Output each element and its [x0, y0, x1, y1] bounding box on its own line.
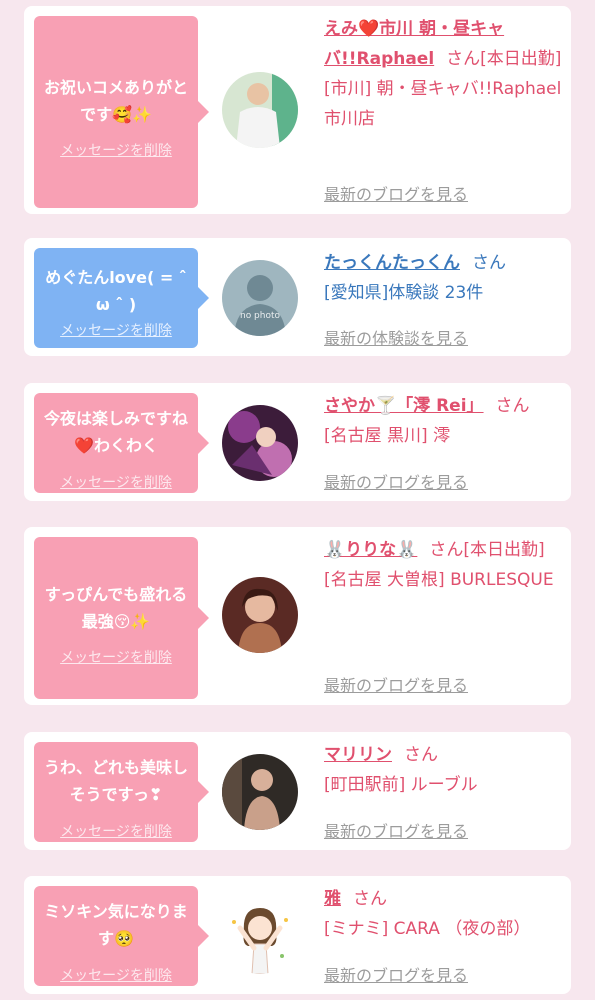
avatar-photo-icon	[222, 577, 298, 653]
user-info: えみ❤️市川 朝・昼キャバ!!Raphael さん[本日出勤] [市川] 朝・昼キ…	[324, 14, 564, 134]
delete-message-link[interactable]: メッセージを削除	[34, 320, 198, 340]
delete-message-link[interactable]: メッセージを削除	[34, 965, 198, 985]
delete-message-link[interactable]: メッセージを削除	[34, 140, 198, 160]
latest-blog-link[interactable]: 最新のブログを見る	[324, 181, 468, 205]
latest-blog-link[interactable]: 最新のブログを見る	[324, 962, 468, 986]
shop-label: [町田駅前] ルーブル	[324, 775, 478, 795]
message-card: 今夜は楽しみですね❤️わくわく メッセージを削除 さやか🍸「澪 Rei」 さん […	[24, 383, 571, 501]
user-info: 雅さん [ミナミ] CARA （夜の部）	[324, 884, 564, 944]
delete-message-link[interactable]: メッセージを削除	[34, 821, 198, 841]
user-name-link[interactable]: 🐰りりな🐰	[324, 540, 417, 560]
user-name-link[interactable]: 雅	[324, 889, 341, 909]
avatar[interactable]	[222, 754, 298, 830]
honorific: さん	[472, 253, 506, 273]
message-text: すっぴんでも盛れる最強😚✨	[44, 585, 188, 631]
user-name-link[interactable]: たっくんたっくん	[324, 253, 460, 273]
avatar-photo-icon	[222, 72, 298, 148]
message-bubble: お祝いコメありがとです🥰✨ メッセージを削除	[34, 16, 209, 208]
message-card: お祝いコメありがとです🥰✨ メッセージを削除 えみ❤️市川 朝・昼キャバ!!Ra…	[24, 6, 571, 214]
latest-blog-link[interactable]: 最新のブログを見る	[324, 818, 468, 842]
message-bubble: 今夜は楽しみですね❤️わくわく メッセージを削除	[34, 393, 209, 493]
avatar[interactable]	[222, 72, 298, 148]
honorific: さん	[446, 49, 481, 69]
status-label: [本日出勤]	[463, 540, 545, 560]
user-info: さやか🍸「澪 Rei」 さん [名古屋 黒川] 澪	[324, 391, 564, 451]
delete-message-link[interactable]: メッセージを削除	[34, 647, 198, 667]
user-info: 🐰りりな🐰 さん[本日出勤] [名古屋 大曽根] BURLESQUE	[324, 535, 564, 595]
latest-blog-link[interactable]: 最新のブログを見る	[324, 672, 468, 696]
honorific: さん	[429, 540, 464, 560]
shop-label: [名古屋 大曽根] BURLESQUE	[324, 570, 554, 590]
avatar[interactable]	[222, 405, 298, 481]
delete-message-link[interactable]: メッセージを削除	[34, 472, 198, 492]
message-card: すっぴんでも盛れる最強😚✨ メッセージを削除 🐰りりな🐰 さん[本日出勤] [名古…	[24, 527, 571, 705]
honorific: さん	[495, 396, 530, 416]
shop-label: [市川] 朝・昼キャバ!!Raphael 市川店	[324, 79, 562, 129]
shop-label: [名古屋 黒川] 澪	[324, 426, 451, 446]
status-label: [本日出勤]	[480, 49, 562, 69]
no-photo-avatar-icon: no photo	[222, 260, 298, 336]
message-bubble: めぐたんlove( = ˆ ω ˆ ) メッセージを削除	[34, 248, 209, 348]
message-text: ミソキン気になります🥺	[44, 902, 188, 948]
message-text: めぐたんlove( = ˆ ω ˆ )	[45, 268, 187, 314]
message-text: うわ、どれも美味しそうですっ❣	[43, 758, 188, 804]
no-photo-label: no photo	[240, 311, 281, 321]
avatar[interactable]	[222, 577, 298, 653]
latest-review-link[interactable]: 最新の体験談を見る	[324, 325, 468, 349]
message-bubble: ミソキン気になります🥺 メッセージを削除	[34, 886, 209, 986]
avatar-photo-icon	[222, 405, 298, 481]
message-text: 今夜は楽しみですね❤️わくわく	[43, 409, 188, 455]
message-text: お祝いコメありがとです🥰✨	[43, 78, 188, 124]
shop-label: [ミナミ] CARA （夜の部）	[324, 919, 531, 939]
message-card: めぐたんlove( = ˆ ω ˆ ) メッセージを削除 no photo たっ…	[24, 238, 571, 356]
user-info: マリリン さん [町田駅前] ルーブル	[324, 740, 564, 800]
illustrated-girl-avatar-icon	[222, 898, 298, 974]
message-bubble: すっぴんでも盛れる最強😚✨ メッセージを削除	[34, 537, 209, 699]
message-bubble: うわ、どれも美味しそうですっ❣ メッセージを削除	[34, 742, 209, 842]
avatar-photo-icon	[222, 754, 298, 830]
avatar[interactable]: no photo	[222, 260, 298, 336]
latest-blog-link[interactable]: 最新のブログを見る	[324, 469, 468, 493]
user-name-link[interactable]: マリリン	[324, 745, 392, 765]
avatar[interactable]	[222, 898, 298, 974]
honorific: さん	[404, 745, 438, 765]
honorific: さん	[353, 889, 387, 909]
message-card: うわ、どれも美味しそうですっ❣ メッセージを削除 マリリン さん [町田駅前] ル…	[24, 732, 571, 850]
user-name-link[interactable]: さやか🍸「澪 Rei」	[324, 396, 484, 416]
message-card: ミソキン気になります🥺 メッセージを削除 雅さん [ミナミ] CARA （夜の部…	[24, 876, 571, 994]
shop-label: [愛知県]体験談 23件	[324, 283, 484, 303]
user-info: たっくんたっくん さん [愛知県]体験談 23件	[324, 248, 564, 308]
